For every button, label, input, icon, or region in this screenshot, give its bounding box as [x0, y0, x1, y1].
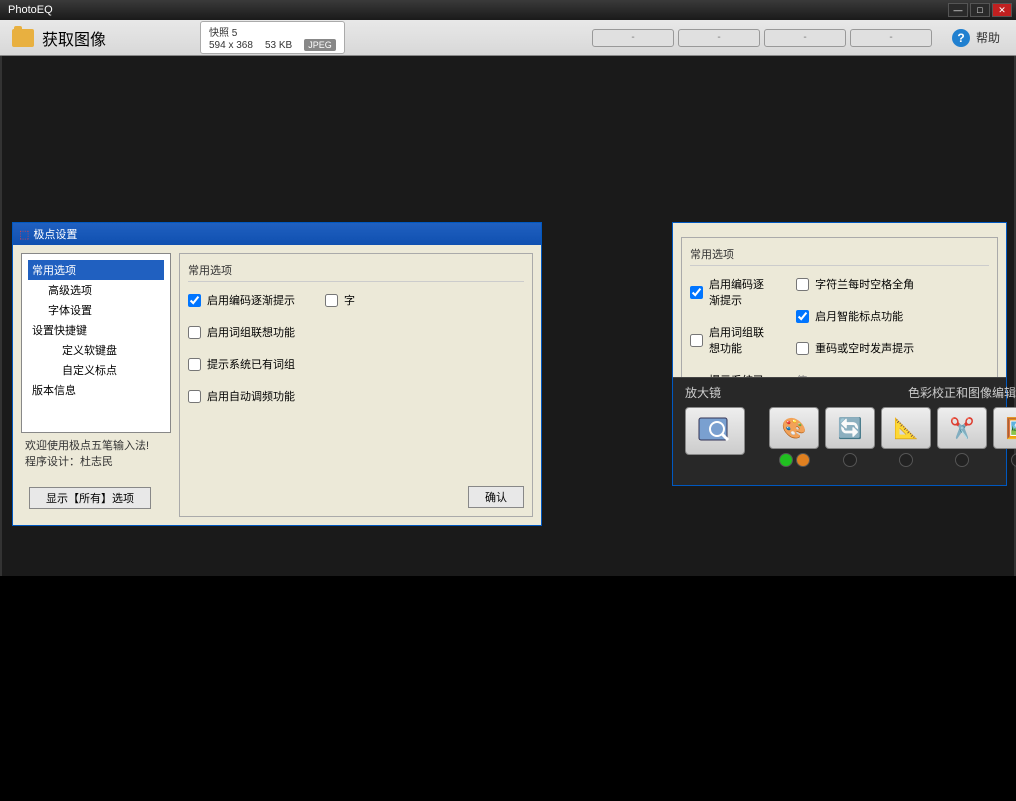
acquire-section[interactable]: 获取图像 [0, 26, 200, 50]
chk-autofreq[interactable]: 启用自动调频功能 [188, 388, 295, 404]
zoom-section: 放大镜 [673, 378, 757, 485]
settings-title: ⬚ 极点设置 [13, 223, 541, 245]
toolbar-middle: 快照 5 594 x 368 53 KB JPEG - - - - [200, 21, 952, 54]
tree-item-softkb[interactable]: 定义软键盘 [28, 340, 164, 360]
maximize-button[interactable]: □ [970, 3, 990, 17]
close-button[interactable]: ✕ [992, 3, 1012, 17]
slot-2[interactable]: - [678, 29, 760, 47]
chk-hint[interactable]: 启用编码逐渐提示 [188, 292, 295, 308]
chk-r-smartpunct[interactable]: 启月智能标点功能 [796, 308, 989, 324]
bottom-toolbar: 放大镜 色彩校正和图像编辑 🎨 🔄 📐 ✂️ 🖼️ 🧹 ◧ 转换为 ICC 配置… [673, 377, 1006, 485]
show-all-button[interactable]: 显示【所有】选项 [29, 487, 151, 509]
tree-item-common[interactable]: 常用选项 [28, 260, 164, 280]
tool-crop[interactable]: 📐 [881, 407, 931, 449]
settings-dialog-right: 常用选项 启用编码逐渐提示 启用词组联想功能 提示系统已有词组 启用自动调频功能… [672, 222, 1007, 486]
chk-r-sound[interactable]: 重码或空时发声提示 [796, 340, 989, 356]
chk-r-assoc[interactable]: 启用词组联想功能 [690, 324, 766, 356]
tool-indicators [769, 453, 1016, 467]
minimize-button[interactable]: — [948, 3, 968, 17]
folder-icon [12, 29, 34, 47]
window-controls: — □ ✕ [948, 3, 1012, 17]
settings-dialog-left: ⬚ 极点设置 常用选项 高级选项 字体设置 设置快捷键 定义软键盘 自定义标点 … [12, 222, 542, 526]
top-toolbar: 获取图像 快照 5 594 x 368 53 KB JPEG - - - - ?… [0, 20, 1016, 56]
slot-1[interactable]: - [592, 29, 674, 47]
chk-assoc[interactable]: 启用词组联想功能 [188, 324, 295, 340]
color-edit-section: 色彩校正和图像编辑 🎨 🔄 📐 ✂️ 🖼️ 🧹 ◧ [757, 378, 1016, 485]
confirm-button[interactable]: 确认 [468, 486, 524, 508]
help-label: 帮助 [976, 29, 1000, 46]
panel-title-right: 常用选项 [690, 246, 989, 266]
slot-4[interactable]: - [850, 29, 932, 47]
help-icon: ? [952, 29, 970, 47]
snapshot-name: 快照 5 [209, 24, 336, 39]
image-info: 快照 5 594 x 368 53 KB JPEG [200, 21, 345, 54]
tree-item-hotkey[interactable]: 设置快捷键 [28, 320, 164, 340]
tree-item-version[interactable]: 版本信息 [28, 380, 164, 400]
chk-r-hint[interactable]: 启用编码逐渐提示 [690, 276, 766, 308]
tree-item-punct[interactable]: 自定义标点 [28, 360, 164, 380]
acquire-label: 获取图像 [42, 26, 106, 50]
dimensions: 594 x 368 [209, 40, 253, 51]
titlebar: PhotoEQ — □ ✕ [0, 0, 1016, 20]
settings-tree: 常用选项 高级选项 字体设置 设置快捷键 定义软键盘 自定义标点 版本信息 [21, 253, 171, 433]
tool-rotate[interactable]: 🔄 [825, 407, 875, 449]
app-title: PhotoEQ [4, 4, 948, 16]
value-slots: - - - - [592, 29, 932, 47]
tool-resize[interactable]: 🖼️ [993, 407, 1016, 449]
chk-char[interactable]: 字 [325, 292, 355, 308]
filesize: 53 KB [265, 40, 292, 51]
color-label: 色彩校正和图像编辑 [908, 384, 1016, 401]
tree-item-font[interactable]: 字体设置 [28, 300, 164, 320]
slot-3[interactable]: - [764, 29, 846, 47]
chk-r-fullwidth[interactable]: 字符兰每时空格全角 [796, 276, 989, 292]
panel-title: 常用选项 [188, 262, 524, 282]
main-area: ⬚ 极点设置 常用选项 高级选项 字体设置 设置快捷键 定义软键盘 自定义标点 … [0, 56, 1016, 576]
tool-color-balance[interactable]: 🎨 [769, 407, 819, 449]
welcome-note: 欢迎使用极点五笔输入法! 程序设计：杜志民 [21, 433, 171, 479]
help-section[interactable]: ? 帮助 [952, 29, 1016, 47]
format-tag: JPEG [304, 39, 336, 51]
settings-panel: 常用选项 启用编码逐渐提示 启用词组联想功能 提示系统已有词组 启用自动调频功能… [179, 253, 533, 517]
tool-cut[interactable]: ✂️ [937, 407, 987, 449]
zoom-label: 放大镜 [685, 384, 745, 401]
chk-exist[interactable]: 提示系统已有词组 [188, 356, 295, 372]
magnifier-icon [697, 416, 733, 446]
tree-item-advanced[interactable]: 高级选项 [28, 280, 164, 300]
magnifier-button[interactable] [685, 407, 745, 455]
